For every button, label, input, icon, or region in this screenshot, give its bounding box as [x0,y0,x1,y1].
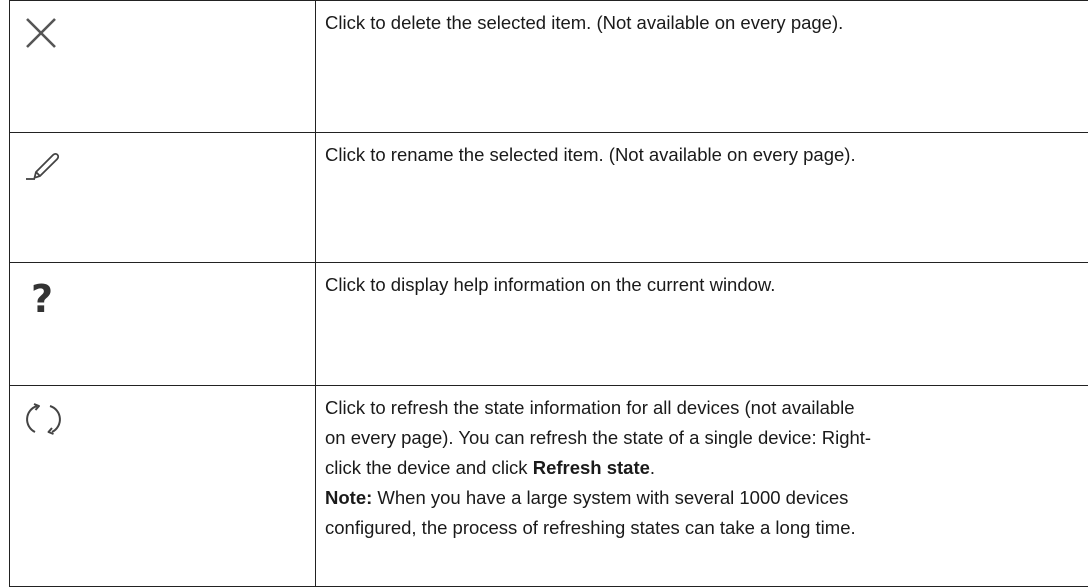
refresh-state-command: Refresh state [533,457,650,478]
icon-cell [10,133,316,263]
svg-text:?: ? [31,278,53,318]
refresh-line-3: click the device and click Refresh state… [325,453,1088,483]
rename-description: Click to rename the selected item. (Not … [316,133,1088,170]
refresh-instruction-text: click the device and click [325,457,533,478]
refresh-icon [24,401,64,437]
table-row: Click to refresh the state information f… [10,386,1088,587]
close-icon [24,16,58,50]
icon-cell [10,386,316,587]
help-icon: ? [24,278,60,318]
table-row: Click to rename the selected item. (Not … [10,133,1088,263]
description-cell: Click to display help information on the… [316,263,1088,386]
note-label: Note: [325,487,372,508]
refresh-line-1: Click to refresh the state information f… [325,393,1088,423]
description-cell: Click to refresh the state information f… [316,386,1088,587]
help-description: Click to display help information on the… [316,263,1088,300]
icon-reference-table: Click to delete the selected item. (Not … [9,0,1088,587]
description-cell: Click to delete the selected item. (Not … [316,1,1088,133]
table-row: ? Click to display help information on t… [10,263,1088,386]
refresh-line-5: configured, the process of refreshing st… [325,513,1088,543]
note-text: When you have a large system with severa… [372,487,848,508]
refresh-line-4: Note: When you have a large system with … [325,483,1088,513]
icon-cell [10,1,316,133]
table-row: Click to delete the selected item. (Not … [10,1,1088,133]
description-cell: Click to rename the selected item. (Not … [316,133,1088,263]
refresh-description: Click to refresh the state information f… [316,386,1088,543]
delete-description: Click to delete the selected item. (Not … [316,1,1088,38]
icon-cell: ? [10,263,316,386]
refresh-instruction-period: . [650,457,655,478]
pencil-icon [24,148,60,182]
refresh-line-2: on every page). You can refresh the stat… [325,423,1088,453]
